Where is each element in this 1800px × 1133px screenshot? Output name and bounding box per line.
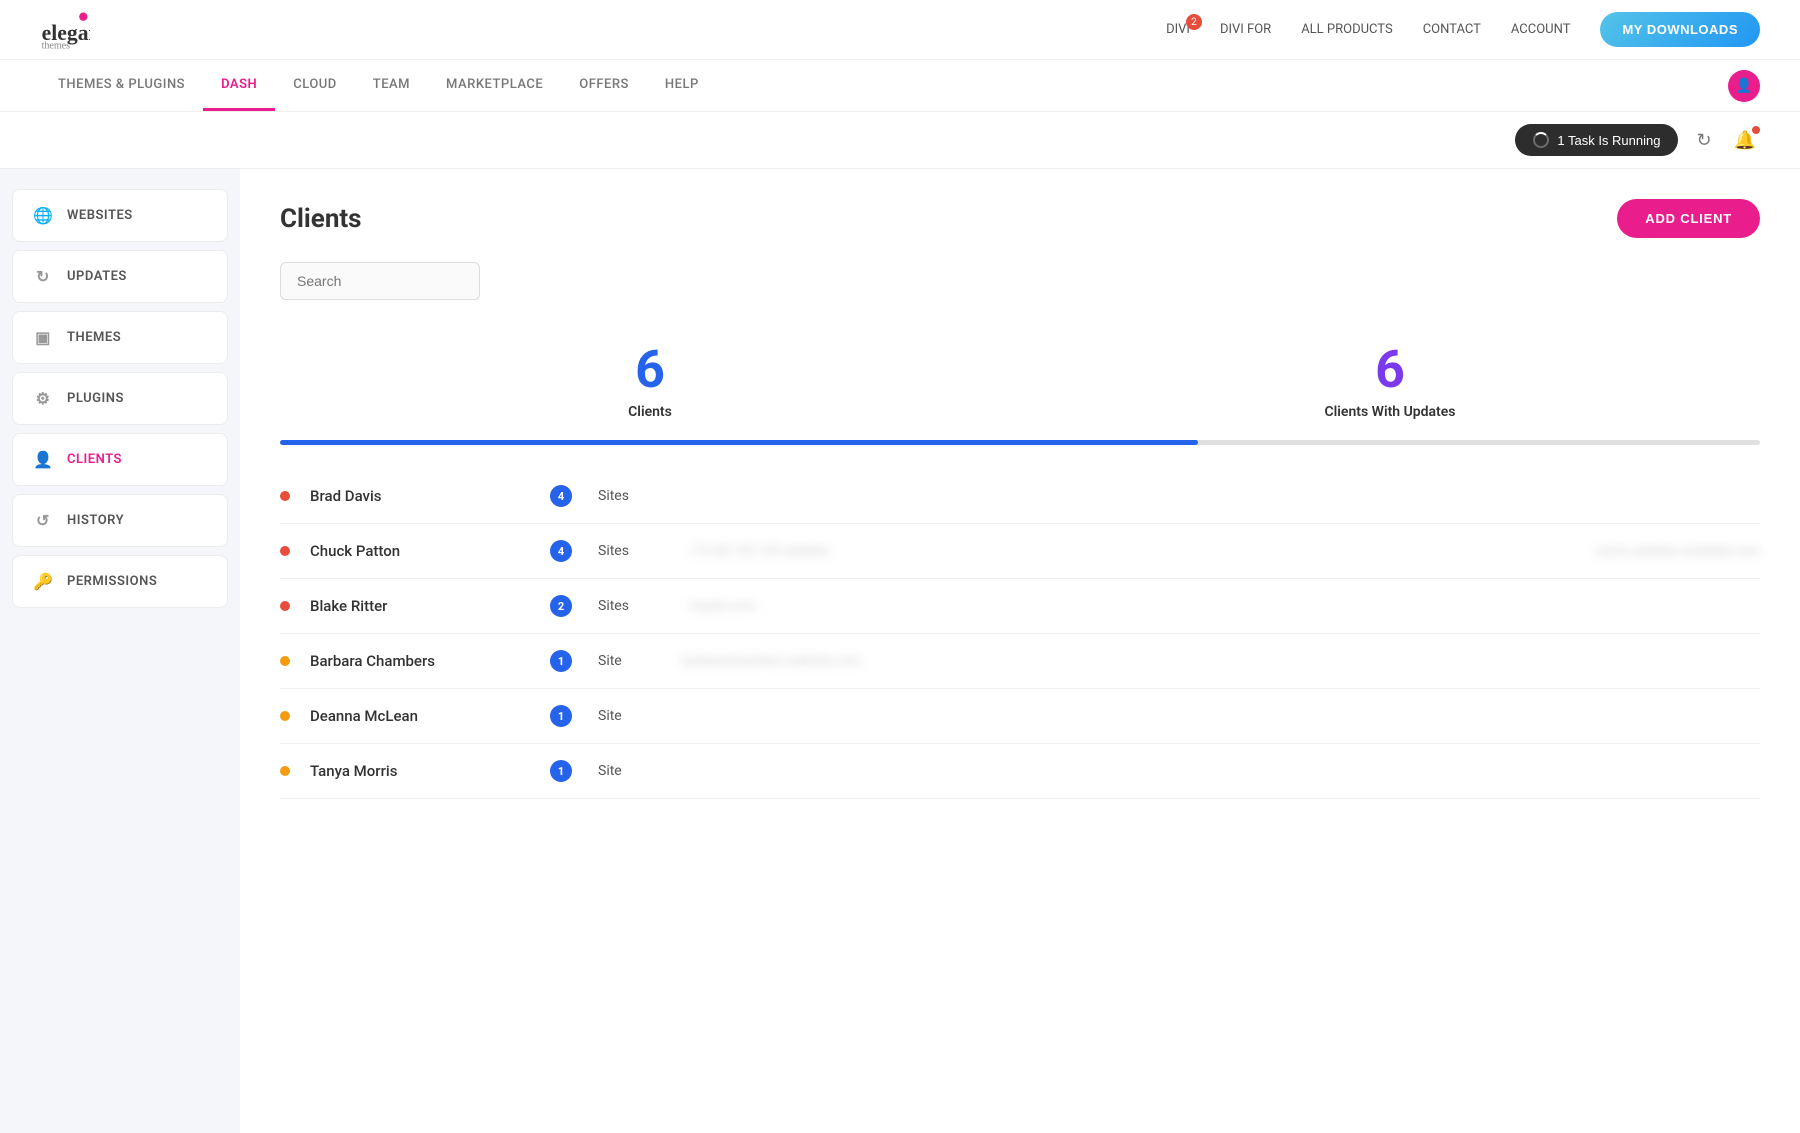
status-dot	[280, 601, 290, 611]
sidebar: 🌐 WEBSITES ↻ UPDATES ▣ THEMES ⚙ PLUGINS …	[0, 169, 240, 1133]
client-name: Barbara Chambers	[310, 652, 530, 670]
sites-label: Sites	[598, 543, 629, 559]
client-name: Tanya Morris	[310, 762, 530, 780]
sites-badge: 4	[550, 485, 572, 507]
blurred-info: 172.68.142.143 updates	[689, 544, 830, 559]
client-name: Deanna McLean	[310, 707, 530, 725]
table-row[interactable]: Brad Davis 4 Sites	[280, 469, 1760, 524]
top-navigation: elegant themes DIVI 2 DIVI FOR ALL PRODU…	[0, 0, 1800, 60]
nav-all-products[interactable]: ALL PRODUCTS	[1301, 22, 1392, 37]
blurred-info: mysite.com	[689, 599, 757, 614]
sites-label: Sites	[598, 598, 629, 614]
task-running-button[interactable]: 1 Task Is Running	[1515, 124, 1678, 156]
sidebar-item-themes[interactable]: ▣ THEMES	[12, 311, 228, 364]
sidebar-label-clients: CLIENTS	[67, 452, 122, 467]
nav-dash[interactable]: DASH	[203, 61, 275, 111]
user-avatar[interactable]: 👤	[1728, 70, 1760, 102]
nav-contact[interactable]: CONTACT	[1423, 22, 1481, 37]
clients-count: 6	[280, 344, 1020, 396]
table-row[interactable]: Deanna McLean 1 Site	[280, 689, 1760, 744]
status-dot	[280, 491, 290, 501]
sites-badge: 4	[550, 540, 572, 562]
refresh-button[interactable]: ↻	[1692, 126, 1715, 155]
globe-icon: 🌐	[33, 206, 53, 225]
client-name: Brad Davis	[310, 487, 530, 505]
add-client-button[interactable]: ADD CLIENT	[1617, 199, 1760, 238]
sidebar-item-history[interactable]: ↺ HISTORY	[12, 494, 228, 547]
secondary-navigation: THEMES & PLUGINS DASH CLOUD TEAM MARKETP…	[0, 60, 1800, 112]
sidebar-item-updates[interactable]: ↻ UPDATES	[12, 250, 228, 303]
sites-badge: 1	[550, 705, 572, 727]
blurred-info: barbarachambers.website.com	[682, 654, 862, 669]
nav-divi[interactable]: DIVI 2	[1166, 22, 1190, 37]
client-name: Blake Ritter	[310, 597, 530, 615]
sites-badge: 1	[550, 650, 572, 672]
sidebar-item-permissions[interactable]: 🔑 PERMISSIONS	[12, 555, 228, 608]
sites-label: Site	[598, 763, 622, 779]
search-input[interactable]	[280, 262, 480, 300]
top-nav-links: DIVI 2 DIVI FOR ALL PRODUCTS CONTACT ACC…	[1166, 12, 1760, 47]
nav-offers[interactable]: OFFERS	[561, 61, 647, 111]
sidebar-label-plugins: PLUGINS	[67, 391, 124, 406]
status-dot	[280, 656, 290, 666]
table-row[interactable]: Blake Ritter 2 Sites mysite.com	[280, 579, 1760, 634]
status-dot	[280, 766, 290, 776]
spinner-icon	[1533, 132, 1549, 148]
nav-team[interactable]: TEAM	[355, 61, 428, 111]
task-bar: 1 Task Is Running ↻ 🔔	[0, 112, 1800, 169]
progress-bar-fill	[280, 440, 1198, 445]
permissions-icon: 🔑	[33, 572, 53, 591]
logo[interactable]: elegant themes	[40, 10, 90, 50]
sites-badge: 1	[550, 760, 572, 782]
sidebar-label-websites: WEBSITES	[67, 208, 133, 223]
page-title: Clients	[280, 204, 362, 234]
client-name: Chuck Patton	[310, 542, 530, 560]
sidebar-label-updates: UPDATES	[67, 269, 127, 284]
sites-label: Site	[598, 653, 622, 669]
svg-text:themes: themes	[42, 40, 70, 50]
table-row[interactable]: Tanya Morris 1 Site	[280, 744, 1760, 799]
notification-container: 🔔	[1730, 126, 1760, 155]
nav-divi-for[interactable]: DIVI FOR	[1220, 22, 1271, 37]
client-list: Brad Davis 4 Sites Chuck Patton 4 Sites …	[280, 469, 1760, 799]
divi-badge: 2	[1186, 14, 1202, 30]
sidebar-item-clients[interactable]: 👤 CLIENTS	[12, 433, 228, 486]
main-layout: 🌐 WEBSITES ↻ UPDATES ▣ THEMES ⚙ PLUGINS …	[0, 169, 1800, 1133]
nav-marketplace[interactable]: MARKETPLACE	[428, 61, 561, 111]
sidebar-item-plugins[interactable]: ⚙ PLUGINS	[12, 372, 228, 425]
nav-account[interactable]: ACCOUNT	[1511, 22, 1571, 37]
sidebar-label-history: HISTORY	[67, 513, 124, 528]
updates-icon: ↻	[33, 267, 53, 286]
stat-clients: 6 Clients	[280, 328, 1020, 440]
history-icon: ↺	[33, 511, 53, 530]
task-running-label: 1 Task Is Running	[1557, 133, 1660, 148]
sites-badge: 2	[550, 595, 572, 617]
sites-label: Sites	[598, 488, 629, 504]
nav-themes-plugins[interactable]: THEMES & PLUGINS	[40, 61, 203, 111]
status-dot	[280, 546, 290, 556]
themes-icon: ▣	[33, 328, 53, 347]
my-downloads-button[interactable]: MY DOWNLOADS	[1600, 12, 1760, 47]
status-dot	[280, 711, 290, 721]
blurred-info-right: some updates available now	[1596, 544, 1760, 559]
table-row[interactable]: Chuck Patton 4 Sites 172.68.142.143 upda…	[280, 524, 1760, 579]
sidebar-label-permissions: PERMISSIONS	[67, 574, 157, 589]
nav-help[interactable]: HELP	[647, 61, 717, 111]
stat-clients-with-updates: 6 Clients With Updates	[1020, 328, 1760, 440]
clients-with-updates-count: 6	[1020, 344, 1760, 396]
plugins-icon: ⚙	[33, 389, 53, 408]
stats-row: 6 Clients 6 Clients With Updates	[280, 328, 1760, 440]
sidebar-item-websites[interactable]: 🌐 WEBSITES	[12, 189, 228, 242]
notification-button[interactable]: 🔔	[1730, 126, 1760, 155]
table-row[interactable]: Barbara Chambers 1 Site barbarachambers.…	[280, 634, 1760, 689]
clients-with-updates-label: Clients With Updates	[1020, 404, 1760, 420]
content-header: Clients ADD CLIENT	[280, 199, 1760, 238]
sidebar-label-themes: THEMES	[67, 330, 121, 345]
sites-label: Site	[598, 708, 622, 724]
progress-bar-container	[280, 440, 1760, 445]
clients-icon: 👤	[33, 450, 53, 469]
nav-cloud[interactable]: CLOUD	[275, 61, 355, 111]
main-content: Clients ADD CLIENT 6 Clients 6 Clients W…	[240, 169, 1800, 1133]
clients-label: Clients	[280, 404, 1020, 420]
